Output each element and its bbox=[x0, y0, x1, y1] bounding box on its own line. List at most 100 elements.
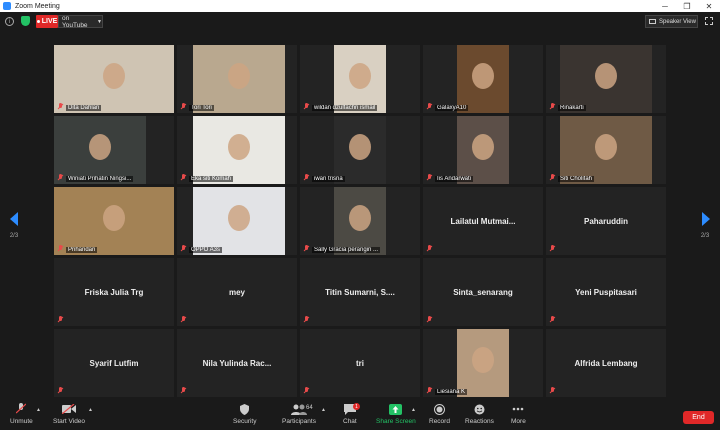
mic-muted-icon bbox=[549, 245, 555, 252]
participant-tile[interactable]: Liesiana K bbox=[423, 329, 543, 397]
participant-face bbox=[89, 134, 111, 160]
participant-face bbox=[228, 134, 250, 160]
unmute-button[interactable]: Unmute bbox=[10, 403, 33, 425]
participants-options-caret[interactable]: ▲ bbox=[321, 407, 326, 413]
participant-tile[interactable]: GalaxyA10 bbox=[423, 45, 543, 113]
participant-tile[interactable]: Dita Dahlan bbox=[54, 45, 174, 113]
participant-tile[interactable]: mey bbox=[177, 258, 297, 326]
participant-name: Paharuddin bbox=[583, 216, 628, 226]
participant-face bbox=[595, 134, 617, 160]
mic-muted-icon bbox=[549, 316, 555, 323]
meeting-toolbar: Unmute ▲ Start Video ▲ Security Particip… bbox=[0, 398, 720, 430]
live-badge[interactable]: LIVE bbox=[36, 15, 58, 28]
end-meeting-button[interactable]: End bbox=[683, 411, 714, 424]
participants-count: 64 bbox=[306, 405, 313, 411]
mic-muted-icon bbox=[426, 103, 432, 110]
participant-tile[interactable]: Eka siti Komah bbox=[177, 116, 297, 184]
participant-tile[interactable]: Alfrida Lembang bbox=[546, 329, 666, 397]
record-button[interactable]: Record bbox=[429, 403, 450, 425]
participant-tile[interactable]: Friska Julia Trg bbox=[54, 258, 174, 326]
participant-face bbox=[472, 63, 494, 89]
participant-name: Alfrida Lembang bbox=[574, 358, 638, 368]
page-indicator-left: 2/3 bbox=[9, 233, 19, 239]
fullscreen-icon[interactable] bbox=[705, 17, 713, 25]
participant-video bbox=[457, 45, 509, 113]
participant-tile[interactable]: Siti Cholifah bbox=[546, 116, 666, 184]
participant-tile[interactable]: Sally Gracia perangin ... bbox=[300, 187, 420, 255]
participant-tile[interactable]: Rinakarti bbox=[546, 45, 666, 113]
reactions-button[interactable]: Reactions bbox=[465, 403, 494, 425]
maximize-button[interactable]: ❐ bbox=[676, 0, 698, 12]
mic-muted-icon bbox=[549, 387, 555, 394]
participant-tile[interactable]: Titin Sumarni, S.... bbox=[300, 258, 420, 326]
participant-tile[interactable]: Paharuddin bbox=[546, 187, 666, 255]
participant-name: mey bbox=[228, 287, 245, 297]
video-options-caret[interactable]: ▲ bbox=[88, 407, 93, 413]
participant-name: Syarif Lutfim bbox=[89, 358, 139, 368]
participant-tile[interactable]: wildan dzulfachri ismail bbox=[300, 45, 420, 113]
previous-page-button[interactable] bbox=[10, 212, 18, 226]
participant-face bbox=[103, 63, 125, 89]
participant-face bbox=[349, 134, 371, 160]
participant-tile[interactable]: Yeni Puspitasari bbox=[546, 258, 666, 326]
participant-name: Tori Tori bbox=[189, 105, 214, 111]
participant-video bbox=[334, 187, 386, 255]
security-button[interactable]: Security bbox=[233, 403, 256, 425]
participant-video bbox=[457, 329, 509, 397]
video-off-icon bbox=[62, 403, 77, 415]
more-button[interactable]: More bbox=[511, 403, 526, 425]
mic-muted-icon bbox=[57, 387, 63, 394]
participant-name: Winiati Prihatin Ningsi... bbox=[66, 176, 134, 182]
participants-icon bbox=[290, 403, 307, 415]
participant-name: Liesiana K bbox=[435, 389, 468, 395]
participant-tile[interactable]: Nila Yulinda Rac... bbox=[177, 329, 297, 397]
shield-icon[interactable] bbox=[21, 16, 30, 26]
participant-face bbox=[349, 205, 371, 231]
speaker-view-button[interactable]: Speaker View bbox=[645, 15, 698, 28]
chevron-down-icon: ▼ bbox=[97, 18, 102, 25]
participant-tile[interactable]: tri bbox=[300, 329, 420, 397]
reactions-icon bbox=[474, 403, 485, 415]
participant-name: Rinakarti bbox=[558, 105, 586, 111]
participant-name: Prihandari bbox=[66, 247, 98, 253]
participant-tile[interactable]: iwan trisna bbox=[300, 116, 420, 184]
participant-tile[interactable]: Syarif Lutfim bbox=[54, 329, 174, 397]
participant-video bbox=[560, 116, 652, 184]
participant-tile[interactable]: Sinta_senarang bbox=[423, 258, 543, 326]
mic-muted-icon bbox=[57, 245, 63, 252]
share-screen-button[interactable]: Share Screen bbox=[376, 403, 416, 425]
next-page-button[interactable] bbox=[702, 212, 710, 226]
mic-muted-icon bbox=[303, 316, 309, 323]
mic-muted-icon bbox=[180, 245, 186, 252]
participant-tile[interactable]: Iis Andarwati bbox=[423, 116, 543, 184]
window-title: Zoom Meeting bbox=[15, 2, 60, 10]
grid-icon bbox=[649, 19, 656, 24]
mic-muted-icon bbox=[180, 387, 186, 394]
live-target-dropdown[interactable]: on YouTube ▼ bbox=[58, 15, 103, 29]
info-icon[interactable]: i bbox=[5, 17, 14, 26]
participant-name: Sinta_senarang bbox=[453, 287, 513, 297]
participant-name: Yeni Puspitasari bbox=[575, 287, 637, 297]
participant-tile[interactable]: Lailatul Mutmai... bbox=[423, 187, 543, 255]
mic-muted-icon bbox=[180, 316, 186, 323]
audio-options-caret[interactable]: ▲ bbox=[36, 407, 41, 413]
mic-muted-icon bbox=[303, 387, 309, 394]
more-icon bbox=[512, 403, 524, 415]
mic-muted-icon bbox=[549, 103, 555, 110]
participant-name: tri bbox=[356, 358, 364, 368]
participant-video bbox=[54, 45, 174, 113]
close-button[interactable]: ✕ bbox=[698, 0, 720, 12]
zoom-app-icon bbox=[3, 2, 11, 10]
record-icon bbox=[433, 403, 445, 415]
participant-tile[interactable]: Winiati Prihatin Ningsi... bbox=[54, 116, 174, 184]
minimize-button[interactable]: ─ bbox=[654, 0, 676, 12]
mic-muted-icon bbox=[426, 245, 432, 252]
participant-tile[interactable]: Prihandari bbox=[54, 187, 174, 255]
participant-tile[interactable]: Tori Tori bbox=[177, 45, 297, 113]
start-video-button[interactable]: Start Video bbox=[53, 403, 85, 425]
share-options-caret[interactable]: ▲ bbox=[411, 407, 416, 413]
participant-face bbox=[472, 347, 494, 373]
participant-video bbox=[560, 45, 652, 113]
participant-tile[interactable]: OPPO A3s bbox=[177, 187, 297, 255]
mic-muted-icon bbox=[303, 245, 309, 252]
